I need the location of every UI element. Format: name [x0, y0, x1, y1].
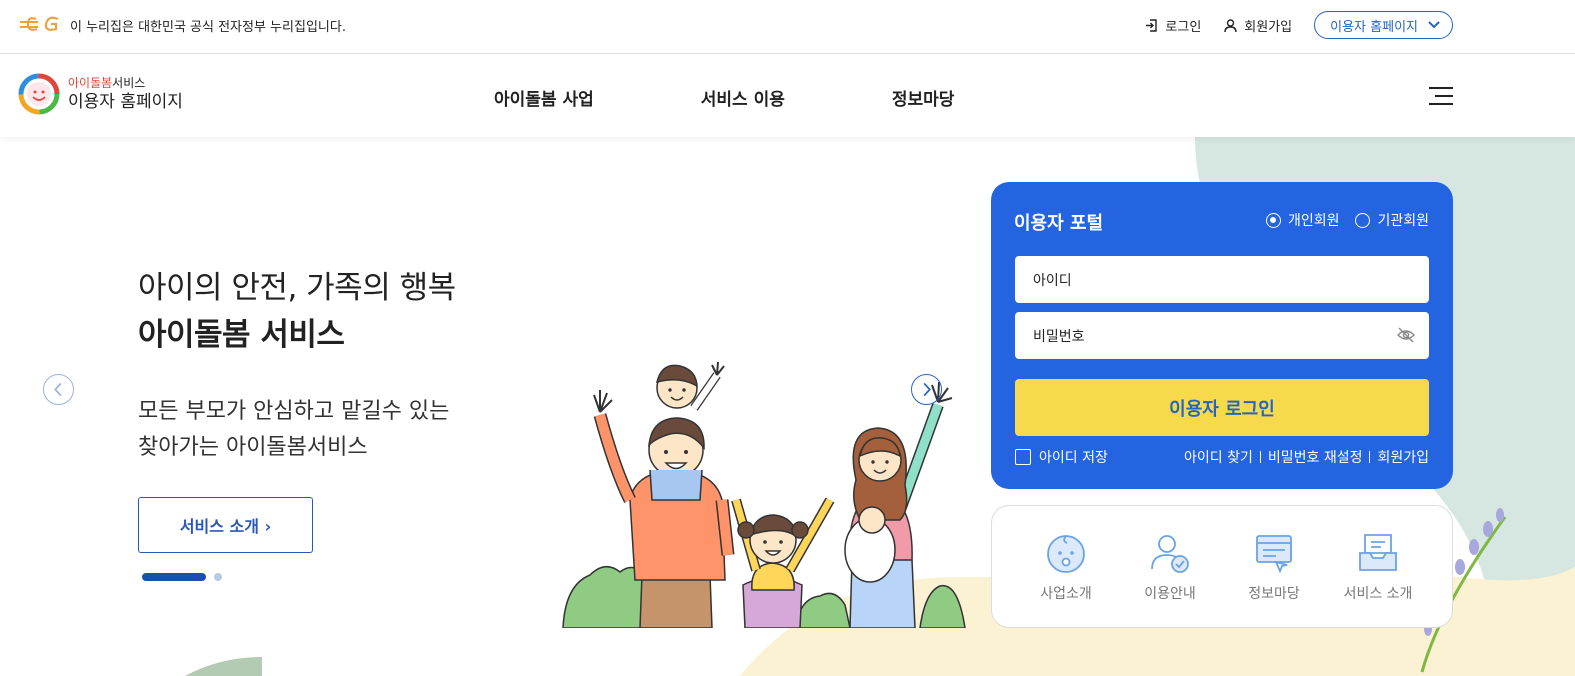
radio-personal-label: 개인회원: [1287, 213, 1340, 229]
save-id-checkbox[interactable]: 아이디 저장: [1015, 447, 1108, 467]
slide-indicator[interactable]: [214, 573, 222, 581]
password-input[interactable]: 비밀번호: [1015, 312, 1429, 359]
gov-emblem-icon: [20, 16, 59, 31]
portal-title: 이용자 포털: [1014, 213, 1104, 234]
nav-item-info-board[interactable]: 정보마당: [892, 85, 955, 110]
hero-headline: 아이의 안전, 가족의 행복: [138, 270, 456, 306]
baby-face-icon: [1047, 534, 1085, 573]
password-placeholder: 비밀번호: [1033, 328, 1085, 345]
slide-prev-arrow-icon[interactable]: [43, 374, 74, 405]
quick-link-usage-guide[interactable]: 이용안내: [1125, 531, 1215, 603]
slide-next-arrow-icon[interactable]: [911, 374, 942, 405]
user-check-icon: [1151, 534, 1189, 573]
user-id-placeholder: 아이디: [1033, 272, 1072, 289]
hide-password-icon[interactable]: [1397, 327, 1415, 343]
nav-item-service-use[interactable]: 서비스 이용: [701, 85, 785, 110]
main-nav: 아이돌봄 사업 서비스 이용 정보마당: [494, 85, 954, 110]
save-id-label: 아이디 저장: [1039, 450, 1108, 466]
gov-notice-bar: 이 누리집은 대한민국 공식 전자정부 누리집입니다. 로그인 회원가입 이용자…: [0, 0, 1575, 54]
homepage-select-label: 이용자 홈페이지: [1330, 19, 1418, 35]
document-board-icon: [1256, 534, 1292, 573]
quick-link-business-intro[interactable]: 사업소개: [1021, 531, 1111, 603]
user-portal-login-panel: 이용자 포털 개인회원 기관회원 아이디 비밀번호 이용자 로그인 아이디 저장…: [991, 182, 1453, 489]
service-intro-button[interactable]: 서비스 소개 ›: [138, 497, 313, 553]
brand-logo-link[interactable]: 아이돌봄서비스 이용자 홈페이지: [18, 73, 183, 115]
top-signup-label: 회원가입: [1244, 19, 1293, 35]
gov-notice-text: 이 누리집은 대한민국 공식 전자정부 누리집입니다.: [70, 20, 346, 35]
find-id-link[interactable]: 아이디 찾기: [1184, 447, 1253, 467]
hero-description-line1: 모든 부모가 안심하고 맡길수 있는: [138, 399, 450, 424]
user-id-input[interactable]: 아이디: [1015, 256, 1429, 303]
brand-subtitle-red: 아이돌봄: [68, 76, 113, 90]
checkbox-icon: [1015, 449, 1031, 465]
top-signup-link[interactable]: 회원가입: [1223, 16, 1292, 35]
quick-link-label: 정보마당: [1248, 585, 1300, 602]
user-icon: [1224, 18, 1237, 32]
nav-item-childcare-business[interactable]: 아이돌봄 사업: [494, 85, 594, 110]
reset-password-link[interactable]: 비밀번호 재설정: [1268, 447, 1363, 467]
brand-title: 이용자 홈페이지: [68, 92, 183, 112]
radio-organization-label: 기관회원: [1377, 213, 1429, 229]
hero-description-line2: 찾아가는 아이돌봄서비스: [138, 435, 368, 460]
main-header: 아이돌봄서비스 이용자 홈페이지 아이돌봄 사업 서비스 이용 정보마당: [0, 55, 1575, 137]
login-icon: [1146, 18, 1158, 32]
homepage-select[interactable]: 이용자 홈페이지: [1314, 11, 1453, 39]
radio-personal-member[interactable]: 개인회원: [1265, 210, 1340, 230]
link-divider: [1259, 451, 1261, 463]
brand-subtitle: 아이돌봄서비스: [68, 75, 183, 91]
hero-title: 아이돌봄 서비스: [138, 317, 345, 353]
portal-signup-link[interactable]: 회원가입: [1377, 447, 1429, 467]
slide-indicator-active[interactable]: [142, 573, 206, 581]
quick-link-info-board[interactable]: 정보마당: [1229, 531, 1319, 603]
hero-description: 모든 부모가 안심하고 맡길수 있는 찾아가는 아이돌봄서비스: [138, 394, 449, 466]
radio-organization-member[interactable]: 기관회원: [1355, 210, 1429, 230]
top-login-label: 로그인: [1165, 19, 1202, 35]
brand-subtitle-rest: 서비스: [112, 76, 146, 90]
inbox-tray-icon: [1359, 533, 1397, 571]
family-illustration: [562, 361, 966, 628]
user-login-button[interactable]: 이용자 로그인: [1015, 379, 1429, 436]
link-divider: [1369, 451, 1371, 463]
quick-link-label: 사업소개: [1040, 585, 1092, 602]
account-links: 아이디 찾기 비밀번호 재설정 회원가입: [1184, 447, 1429, 467]
member-type-radio-group: 개인회원 기관회원: [1265, 210, 1429, 230]
top-login-link[interactable]: 로그인: [1144, 16, 1201, 35]
radio-unchecked-icon: [1355, 212, 1371, 228]
radio-checked-icon: [1265, 212, 1281, 228]
quick-link-service-intro[interactable]: 서비스 소개: [1333, 531, 1423, 603]
chevron-down-icon: [1428, 21, 1440, 29]
quick-link-label: 서비스 소개: [1343, 585, 1413, 602]
quick-links-panel: 사업소개 이용안내 정보마당 서비스 소개: [991, 505, 1453, 628]
hamburger-menu-icon[interactable]: [1427, 86, 1455, 106]
quick-link-label: 이용안내: [1144, 585, 1196, 602]
smile-logo-icon: [18, 73, 60, 115]
